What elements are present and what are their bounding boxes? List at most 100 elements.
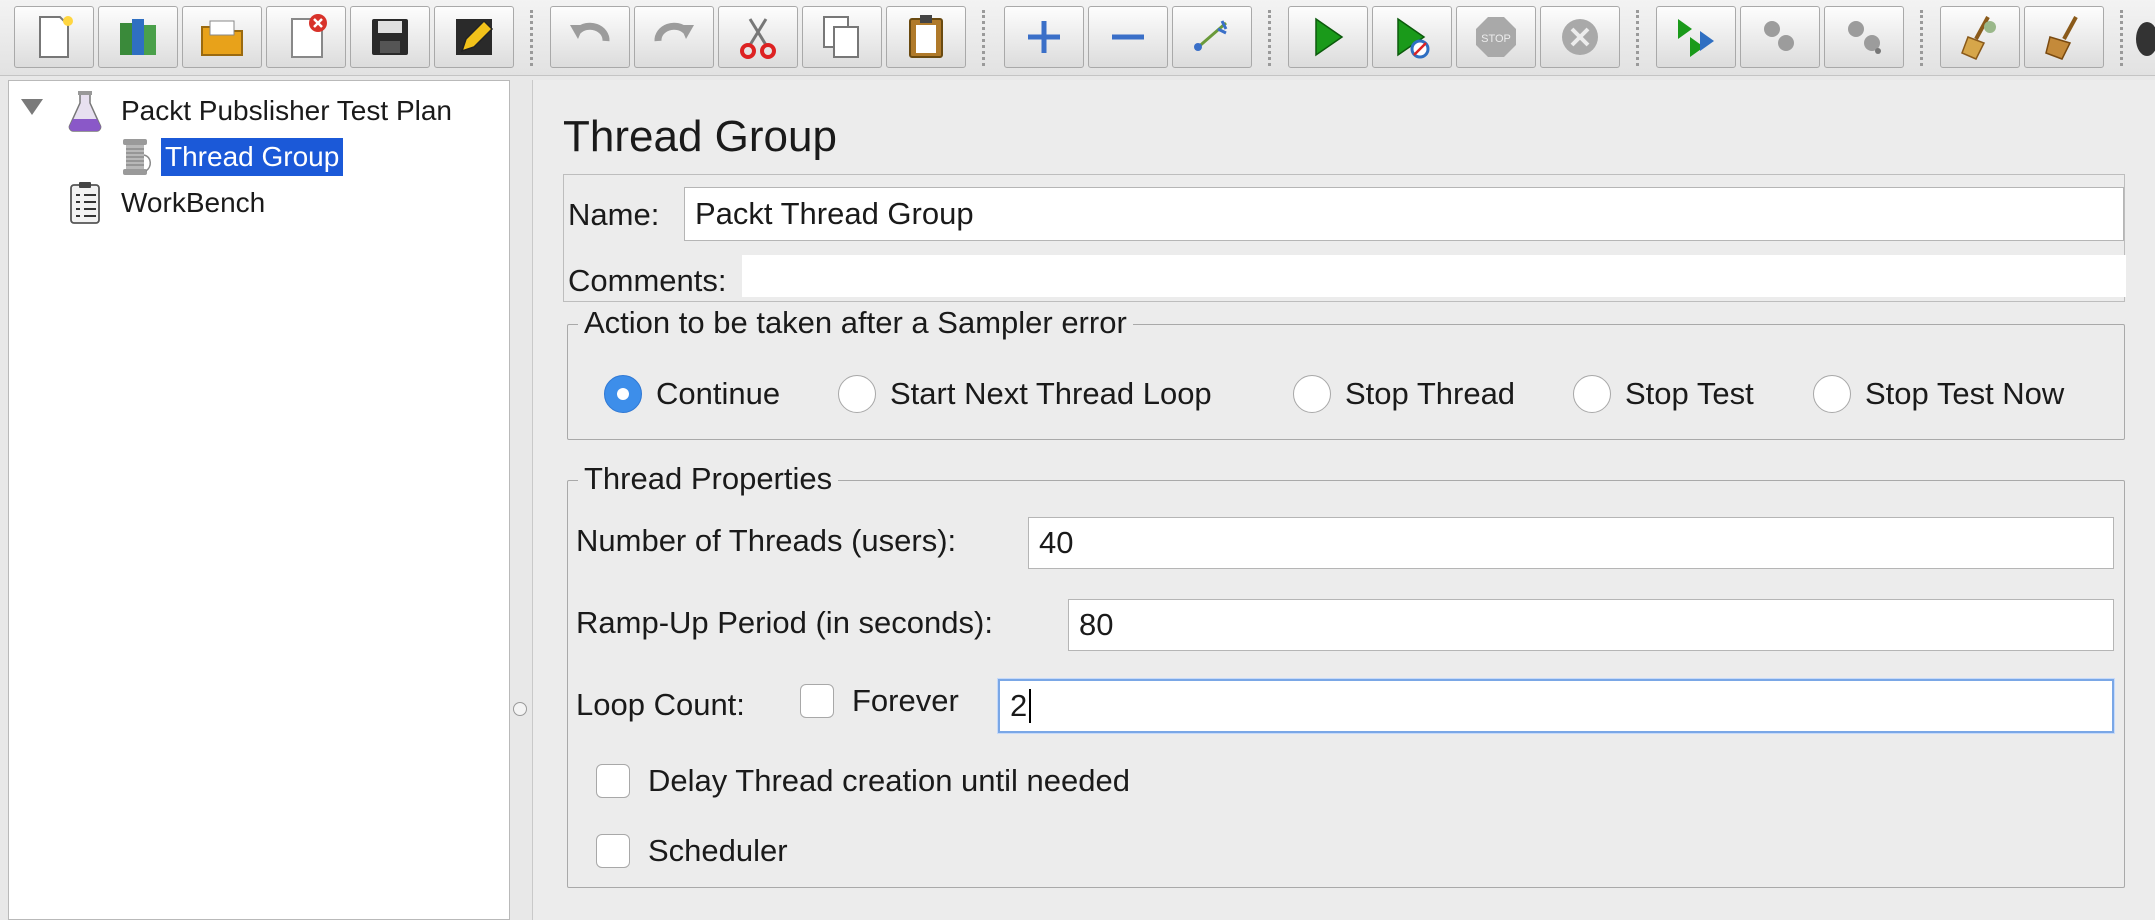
- radio-stop-test-now[interactable]: Stop Test Now: [1813, 375, 2064, 413]
- save-screenshot-button[interactable]: [434, 6, 514, 68]
- paste-button[interactable]: [886, 6, 966, 68]
- page-title: Thread Group: [563, 112, 837, 161]
- start-button[interactable]: [1288, 6, 1368, 68]
- toggle-wand-icon: [1194, 20, 1228, 51]
- toggle-button[interactable]: [1172, 6, 1252, 68]
- svg-text:STOP: STOP: [1481, 33, 1511, 45]
- comments-label: Comments:: [568, 263, 727, 298]
- edit-pencil-icon: [456, 19, 494, 55]
- forever-checkbox-item[interactable]: Forever: [800, 683, 959, 719]
- radio-stop-test[interactable]: Stop Test: [1573, 375, 1754, 413]
- undo-button[interactable]: [550, 6, 630, 68]
- toolbar-separator: [530, 10, 533, 66]
- radio-label: Stop Test Now: [1865, 376, 2065, 411]
- thread-properties-legend: Thread Properties: [578, 461, 839, 497]
- threads-label: Number of Threads (users):: [576, 523, 957, 558]
- plus-icon: [1028, 21, 1060, 53]
- open-folder-icon: [201, 20, 243, 56]
- toolbar-separator: [1636, 10, 1639, 66]
- remote-shutdown-all-button[interactable]: [1824, 6, 1904, 68]
- threads-field[interactable]: 40: [1028, 517, 2114, 569]
- test-plan-flask-icon: [65, 89, 105, 133]
- radio-label: Stop Thread: [1345, 376, 1516, 411]
- text-caret: [1029, 689, 1032, 723]
- rampup-label: Ramp-Up Period (in seconds):: [576, 605, 993, 640]
- loop-count-field[interactable]: 2: [998, 679, 2114, 733]
- name-field[interactable]: Packt Thread Group: [684, 187, 2124, 241]
- stop-button[interactable]: STOP: [1456, 6, 1536, 68]
- scheduler-checkbox-item[interactable]: Scheduler: [596, 833, 788, 869]
- name-label: Name:: [568, 197, 660, 232]
- scheduler-label: Scheduler: [648, 833, 788, 868]
- clear-button[interactable]: [1940, 6, 2020, 68]
- clear-broom-icon: [1961, 16, 1996, 60]
- radio-button[interactable]: [1813, 375, 1851, 413]
- delay-thread-creation-label: Delay Thread creation until needed: [648, 763, 1130, 798]
- expand-all-button[interactable]: [1004, 6, 1084, 68]
- radio-button[interactable]: [1573, 375, 1611, 413]
- workbench-clipboard-icon: [65, 181, 105, 225]
- templates-books-icon: [120, 19, 156, 55]
- close-button[interactable]: [266, 6, 346, 68]
- templates-button[interactable]: [98, 6, 178, 68]
- undo-arrow-icon: [570, 22, 610, 42]
- copy-icon: [823, 16, 859, 58]
- tree-item-label: Thread Group: [161, 138, 344, 176]
- close-document-icon: [291, 14, 327, 58]
- forever-checkbox[interactable]: [800, 684, 834, 718]
- test-plan-tree: Packt Pubslisher Test Plan Thread Group …: [8, 80, 510, 920]
- toolbar-separator: [1268, 10, 1271, 66]
- search-icon[interactable]: [2136, 22, 2155, 56]
- sampler-error-legend: Action to be taken after a Sampler error: [578, 305, 1133, 341]
- loop-count-field-value: 2: [1010, 688, 1028, 723]
- radio-button[interactable]: [1293, 375, 1331, 413]
- start-no-timers-icon: [1397, 17, 1430, 59]
- remote-stop-all-button[interactable]: [1740, 6, 1820, 68]
- redo-arrow-icon: [654, 22, 694, 42]
- radio-button-checked[interactable]: [604, 375, 642, 413]
- copy-button[interactable]: [802, 6, 882, 68]
- radio-continue[interactable]: Continue: [604, 375, 780, 413]
- threads-field-value: 40: [1039, 525, 1074, 560]
- radio-label: Start Next Thread Loop: [890, 376, 1212, 411]
- clear-all-broom-icon: [2045, 16, 2078, 60]
- tree-item-workbench[interactable]: WorkBench: [65, 181, 269, 225]
- thread-group-panel: Thread Group Name: Packt Thread Group Co…: [532, 80, 2155, 920]
- remote-start-icon: [1678, 19, 1714, 57]
- paste-clipboard-icon: [909, 15, 943, 58]
- tree-item-thread-group[interactable]: Thread Group: [115, 135, 344, 179]
- split-pane-divider[interactable]: [512, 80, 528, 920]
- scissors-icon: [740, 18, 776, 59]
- comments-field[interactable]: [742, 255, 2126, 297]
- start-no-pauses-button[interactable]: [1372, 6, 1452, 68]
- collapse-all-button[interactable]: [1088, 6, 1168, 68]
- tree-item-label: Packt Pubslisher Test Plan: [121, 95, 452, 126]
- save-button[interactable]: [350, 6, 430, 68]
- radio-stop-thread[interactable]: Stop Thread: [1293, 375, 1515, 413]
- clear-all-button[interactable]: [2024, 6, 2104, 68]
- scheduler-checkbox[interactable]: [596, 834, 630, 868]
- delay-thread-creation-checkbox[interactable]: [596, 764, 630, 798]
- delay-thread-creation-checkbox-item[interactable]: Delay Thread creation until needed: [596, 763, 1130, 799]
- radio-label: Continue: [656, 376, 781, 411]
- save-floppy-icon: [372, 19, 408, 55]
- cut-button[interactable]: [718, 6, 798, 68]
- main-toolbar: STOP: [0, 0, 2155, 76]
- minus-icon: [1112, 34, 1144, 40]
- collapse-arrow-icon[interactable]: [21, 99, 43, 115]
- redo-button[interactable]: [634, 6, 714, 68]
- radio-start-next-thread-loop[interactable]: Start Next Thread Loop: [838, 375, 1212, 413]
- rampup-field[interactable]: 80: [1068, 599, 2114, 651]
- open-button[interactable]: [182, 6, 262, 68]
- tree-item-test-plan[interactable]: Packt Pubslisher Test Plan: [65, 89, 456, 133]
- new-test-plan-button[interactable]: [14, 6, 94, 68]
- radio-label: Stop Test: [1625, 376, 1754, 411]
- divider-handle-icon[interactable]: [513, 702, 527, 716]
- shutdown-button[interactable]: [1540, 6, 1620, 68]
- forever-label: Forever: [852, 683, 959, 718]
- name-comments-box: Name: Packt Thread Group Comments:: [563, 174, 2126, 302]
- radio-button[interactable]: [838, 375, 876, 413]
- shutdown-x-icon: [1562, 19, 1598, 55]
- thread-properties-group: Thread Properties Number of Threads (use…: [567, 461, 2125, 888]
- remote-start-all-button[interactable]: [1656, 6, 1736, 68]
